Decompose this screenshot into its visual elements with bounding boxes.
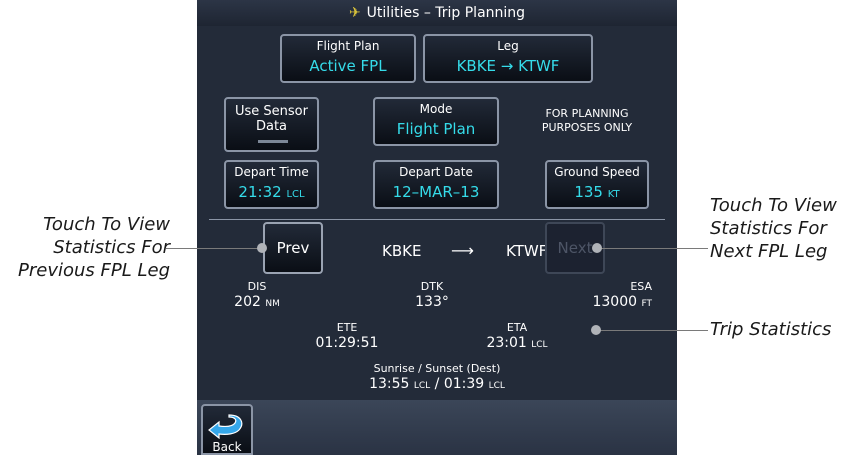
planning-note-line-1: FOR PLANNING — [545, 107, 629, 120]
use-sensor-data-button[interactable]: Use Sensor Data — [224, 97, 319, 152]
stat-dis: DIS 202 NM — [234, 280, 280, 310]
next-leg-leader — [598, 248, 708, 249]
ground-speed-button[interactable]: Ground Speed 135 KT — [545, 160, 649, 209]
stat-eta: ETA 23:01 LCL — [486, 321, 548, 351]
divider — [209, 219, 665, 220]
ground-speed-value: 135 KT — [574, 183, 620, 201]
planning-note-line-2: PURPOSES ONLY — [541, 121, 633, 134]
depart-date-button[interactable]: Depart Date 12–MAR–13 — [373, 160, 499, 209]
stat-ete: ETE 01:29:51 — [315, 321, 379, 351]
trip-statistics-pointer — [591, 325, 601, 335]
depart-time-label: Depart Time — [234, 165, 309, 179]
gtn-screen: ✈ Utilities – Trip Planning Flight Plan A… — [197, 0, 677, 455]
leg-value: KBKE → KTWF — [456, 57, 560, 75]
back-button[interactable]: Back — [201, 404, 253, 455]
trip-statistics-leader — [596, 330, 708, 331]
depart-date-label: Depart Date — [399, 165, 473, 179]
prev-leg-pointer — [257, 243, 267, 253]
from-waypoint: KBKE — [382, 242, 422, 260]
back-arrow-icon — [208, 414, 243, 439]
depart-time-button[interactable]: Depart Time 21:32 LCL — [224, 160, 319, 209]
flight-plan-value: Active FPL — [309, 57, 387, 75]
stat-esa: ESA 13000 FT — [592, 280, 652, 310]
to-waypoint: KTWF — [506, 242, 548, 260]
leg-label: Leg — [497, 39, 519, 53]
use-sensor-label-2: Data — [255, 119, 288, 134]
use-sensor-label: Use Sensor — [235, 104, 308, 119]
prev-leg-leader — [166, 248, 262, 249]
ground-speed-label: Ground Speed — [554, 165, 640, 179]
flight-plan-label: Flight Plan — [316, 39, 380, 53]
next-leg-callout: Touch To View Statistics For Next FPL Le… — [710, 195, 837, 262]
depart-time-value: 21:32 LCL — [238, 183, 305, 201]
title-bar: ✈ Utilities – Trip Planning — [197, 0, 677, 26]
flight-plan-button[interactable]: Flight Plan Active FPL — [280, 34, 416, 83]
stat-dtk: DTK 133° — [415, 280, 449, 310]
prev-leg-button[interactable]: Prev — [263, 222, 323, 274]
page-title: Utilities – Trip Planning — [366, 5, 526, 21]
depart-date-value: 12–MAR–13 — [392, 183, 480, 201]
back-label: Back — [212, 440, 242, 454]
stat-sunrise-sunset: Sunrise / Sunset (Dest) 13:55 LCL / 01:3… — [369, 362, 505, 392]
next-leg-pointer — [592, 243, 602, 253]
planning-note: FOR PLANNING PURPOSES ONLY — [517, 107, 657, 135]
mode-label: Mode — [419, 102, 453, 116]
leg-button[interactable]: Leg KBKE → KTWF — [423, 34, 593, 83]
airplane-icon: ✈ — [348, 5, 361, 21]
bottom-bar — [197, 400, 677, 455]
mode-button[interactable]: Mode Flight Plan — [373, 97, 499, 146]
mode-value: Flight Plan — [396, 120, 476, 138]
prev-leg-callout: Touch To View Statistics For Previous FP… — [18, 214, 170, 281]
trip-statistics-callout: Trip Statistics — [710, 319, 832, 340]
leg-arrow-icon: ⟶ — [451, 241, 474, 260]
sensor-indicator — [258, 140, 288, 143]
